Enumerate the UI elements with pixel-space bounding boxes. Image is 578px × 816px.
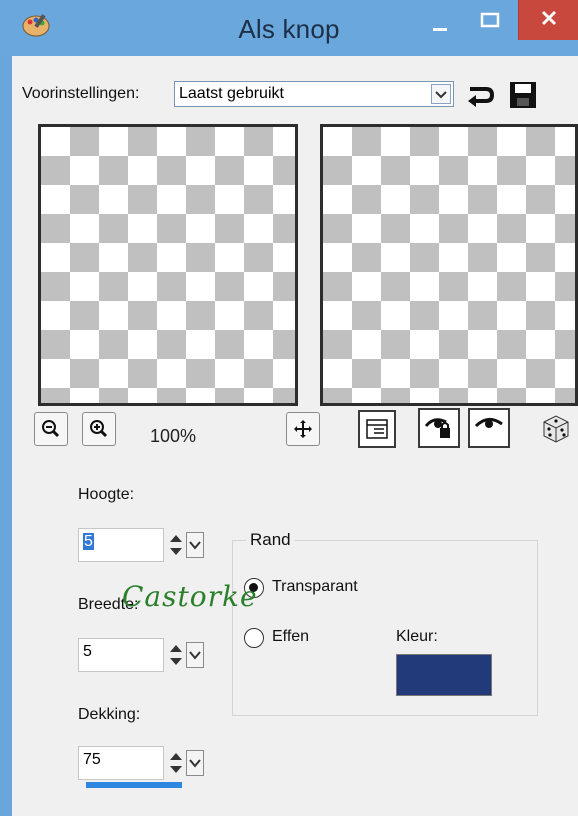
width-updown-icon[interactable] — [168, 642, 184, 668]
width-input[interactable]: 5 — [78, 638, 164, 672]
original-preview[interactable] — [38, 124, 298, 406]
save-icon[interactable] — [508, 80, 538, 110]
pan-button[interactable] — [286, 412, 320, 446]
zoom-out-icon — [42, 420, 60, 438]
dialog-window: Als knop Voorinstellingen: Laatst gebrui… — [0, 0, 578, 816]
chevron-down-icon — [435, 91, 447, 99]
zoom-out-button[interactable] — [34, 412, 68, 446]
opacity-updown-icon[interactable] — [168, 750, 184, 776]
opacity-dropdown-button[interactable] — [186, 750, 204, 776]
presets-select-value: Laatst gebruikt — [179, 85, 284, 102]
randomize-dice-icon[interactable] — [540, 412, 572, 444]
opacity-label: Dekking: — [78, 706, 141, 723]
chevron-down-icon — [189, 759, 201, 768]
presets-label: Voorinstellingen: — [22, 85, 140, 102]
lock-preview-button[interactable] — [418, 408, 460, 448]
presets-dropdown-button[interactable] — [431, 84, 451, 104]
opacity-spinner[interactable]: 75 — [78, 746, 210, 782]
height-value: 5 — [83, 533, 94, 550]
close-button[interactable] — [518, 0, 578, 40]
lock-preview-icon — [424, 418, 450, 438]
radio-solid-label[interactable]: Effen — [272, 628, 309, 646]
width-dropdown-button[interactable] — [186, 642, 204, 668]
height-input[interactable]: 5 — [78, 528, 164, 562]
border-group-title: Rand — [246, 530, 295, 550]
width-spinner[interactable]: 5 — [78, 638, 210, 674]
color-label: Kleur: — [396, 628, 438, 645]
zoom-in-icon — [90, 420, 108, 438]
height-spinner[interactable]: 5 — [78, 528, 210, 564]
zoom-level: 100% — [150, 426, 197, 446]
proof-icon — [366, 419, 388, 439]
pan-icon — [294, 420, 312, 438]
presets-select[interactable]: Laatst gebruikt — [174, 81, 454, 107]
radio-solid[interactable] — [244, 628, 264, 648]
zoom-in-button[interactable] — [82, 412, 116, 446]
result-preview[interactable] — [320, 124, 578, 406]
minimize-icon[interactable] — [420, 10, 460, 44]
reset-icon[interactable] — [464, 80, 496, 110]
radio-transparent-label[interactable]: Transparant — [272, 578, 358, 596]
height-label: Hoogte: — [78, 486, 135, 503]
color-swatch[interactable] — [396, 654, 492, 696]
close-icon — [541, 10, 557, 26]
chevron-down-icon — [189, 541, 201, 550]
opacity-input[interactable]: 75 — [78, 746, 164, 780]
preview-eye-button[interactable] — [468, 408, 510, 448]
dialog-client-area: Voorinstellingen: Laatst gebruikt 100% H… — [12, 56, 578, 816]
opacity-slider[interactable] — [86, 782, 182, 788]
preview-eye-icon — [474, 418, 503, 428]
watermark-text: Castorke — [122, 580, 258, 613]
chevron-down-icon — [189, 651, 201, 660]
proof-button[interactable] — [358, 410, 396, 448]
maximize-icon[interactable] — [468, 6, 512, 40]
height-updown-icon[interactable] — [168, 532, 184, 558]
title-bar[interactable]: Als knop — [0, 0, 578, 56]
height-dropdown-button[interactable] — [186, 532, 204, 558]
